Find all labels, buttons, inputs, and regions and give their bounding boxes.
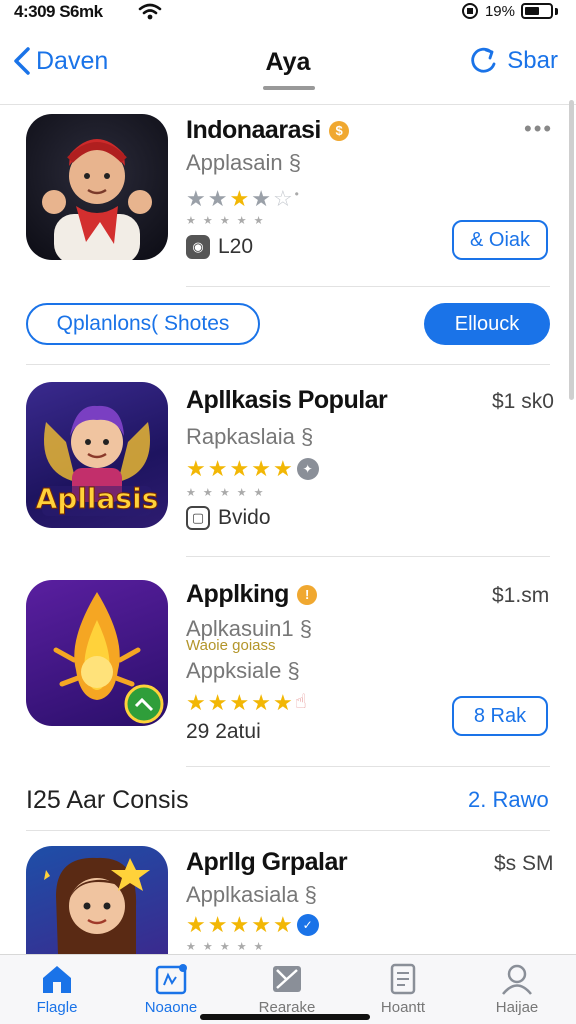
verified-badge-icon: ✓ [296, 914, 319, 936]
app-title[interactable]: Apllkasis Popular [186, 386, 388, 415]
orientation-lock-icon [461, 3, 478, 19]
document-icon [390, 963, 416, 995]
divider [26, 830, 550, 831]
rating-count: ★ ★ ★ ★ ★ [186, 215, 266, 227]
girl-avatar-icon [44, 857, 150, 954]
refresh-label: Sbar [507, 47, 558, 74]
wifi-icon [138, 3, 162, 20]
rating-stars: ★ ★ ★ ★ ☆ • [186, 186, 299, 211]
rating-stars: ★ ★ ★ ★ ★ ✓ [186, 914, 319, 936]
more-options-icon[interactable]: ••• [524, 116, 553, 142]
divider [26, 364, 550, 365]
rating-stars: ★ ★ ★ ★ ★ ☝ [186, 690, 307, 715]
app-title[interactable]: Aprllg Grpalar [186, 848, 348, 877]
news-icon [155, 964, 187, 995]
tab-documents[interactable]: Hoantt [358, 963, 448, 1016]
app-price: $s SM [494, 852, 554, 875]
app-meta: L20 [218, 235, 254, 258]
app-note: Waoie goiass [186, 637, 276, 654]
rating-count: ★ ★ ★ ★ ★ [186, 487, 266, 499]
refresh-icon [471, 47, 496, 73]
divider [0, 104, 576, 105]
app-price: $1.sm [492, 584, 550, 607]
verified-badge-icon: ! [296, 584, 317, 605]
status-bar: 4:309 S6mk 19% [0, 0, 576, 28]
title-underline [263, 86, 315, 90]
app-meta: Bvido [218, 506, 271, 529]
unlock-button[interactable]: Ellouck [424, 303, 550, 345]
flame-icon [53, 592, 164, 724]
app-meta: 29 2atui [186, 720, 261, 743]
verified-badge-icon: $ [328, 120, 349, 141]
get-button[interactable]: & Oiak [452, 220, 548, 260]
battery-percent: 19% [484, 2, 515, 20]
app-title[interactable]: Indonaarasi $ [186, 116, 349, 145]
home-icon [43, 966, 71, 993]
app-title[interactable]: Applking ! [186, 580, 317, 609]
hand-icon: ☝ [294, 691, 307, 713]
status-time: 4:309 S6mk [14, 2, 103, 21]
divider [186, 556, 550, 557]
tab-games[interactable]: Rearake [242, 963, 332, 1016]
app-icon-text: Apllasis [35, 482, 159, 516]
app-subtitle-secondary: Appksiale § [186, 658, 300, 683]
get-button[interactable]: 8 Rak [452, 696, 548, 736]
game-icon [273, 966, 301, 992]
share-icon: ✦ [296, 458, 319, 480]
person-scarf-icon [42, 139, 152, 260]
options-pill-button[interactable]: Qplanlons( Shotes [26, 303, 260, 345]
divider [186, 286, 550, 287]
divider [186, 766, 550, 767]
battery-icon [521, 3, 553, 19]
nav-bar: Daven Aya Sbar [0, 40, 576, 96]
refresh-button[interactable]: Sbar [469, 46, 558, 76]
app-icon-fairy[interactable]: Apllasis [26, 382, 168, 528]
tab-profile[interactable]: Haijae [472, 963, 562, 1016]
app-icon-person-scarf[interactable] [26, 114, 168, 260]
video-icon: ▢ [186, 506, 210, 530]
camera-icon: ◉ [186, 235, 210, 259]
app-subtitle: Applasain § [186, 150, 301, 175]
app-subtitle: Rapkaslaia § [186, 424, 314, 449]
see-all-link[interactable]: 2. Rawo [468, 787, 549, 813]
person-icon [502, 964, 532, 995]
rating-stars: ★ ★ ★ ★ ★ ✦ [186, 458, 319, 480]
tab-news[interactable]: Noaone [126, 963, 216, 1016]
app-price: $1 sk0 [492, 390, 554, 413]
section-title: I25 Aar Consis [26, 786, 189, 814]
app-icon-flame[interactable] [26, 580, 168, 726]
home-indicator[interactable] [200, 1014, 370, 1020]
app-subtitle: Applkasiala § [186, 882, 317, 907]
rating-count: ★ ★ ★ ★ ★ [186, 941, 266, 953]
scrollbar[interactable] [569, 100, 574, 400]
tab-home[interactable]: Flagle [12, 963, 102, 1016]
app-icon-girl-avatar[interactable] [26, 846, 168, 954]
